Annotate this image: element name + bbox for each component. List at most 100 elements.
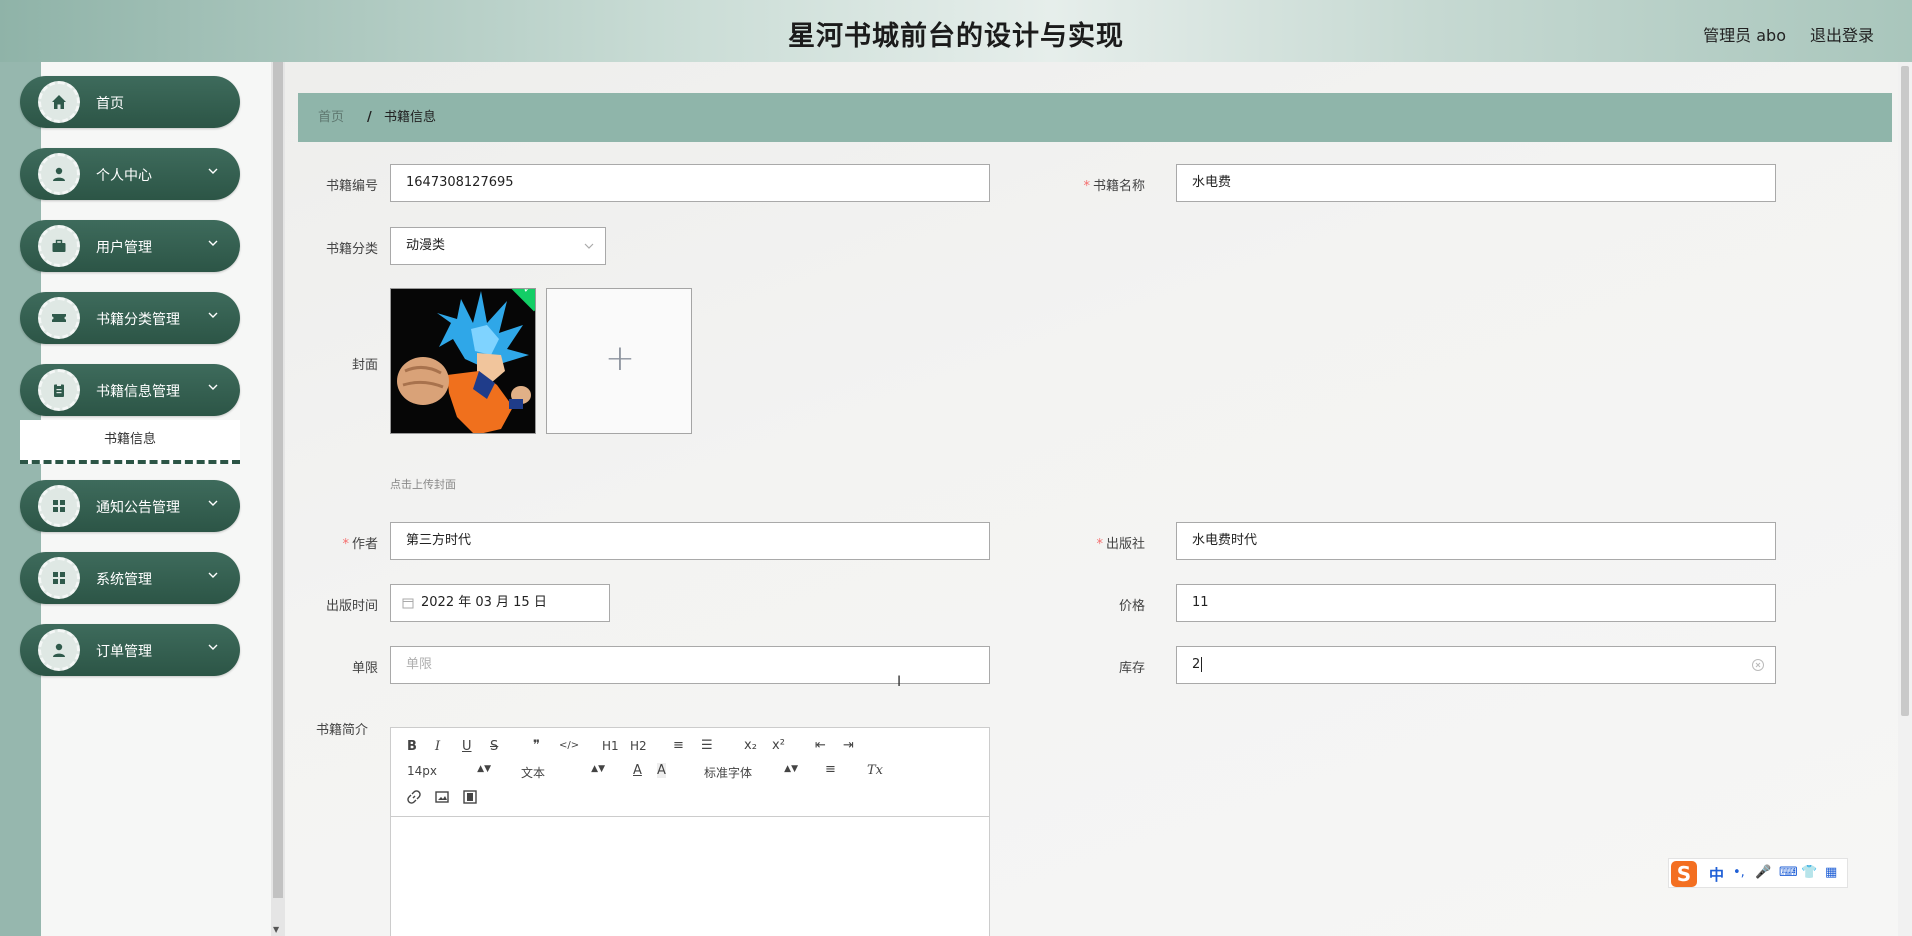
indent-button[interactable]: ⇥ bbox=[843, 738, 854, 753]
chevron-down-icon bbox=[208, 644, 218, 650]
sidebar-item-label: 书籍分类管理 bbox=[96, 312, 180, 328]
keyboard-icon[interactable]: ⌨ bbox=[1779, 865, 1798, 880]
top-header: 星河书城前台的设计与实现 管理员 abo 退出登录 bbox=[0, 0, 1912, 62]
ticket-icon bbox=[38, 297, 80, 339]
microphone-icon[interactable]: 🎤 bbox=[1755, 865, 1771, 880]
stock-input[interactable]: 2 bbox=[1176, 646, 1776, 684]
h2-button[interactable]: H2 bbox=[630, 739, 647, 753]
apps-icon[interactable]: ▦ bbox=[1825, 865, 1837, 880]
home-icon bbox=[38, 81, 80, 123]
briefcase-icon bbox=[38, 225, 80, 267]
h1-button[interactable]: H1 bbox=[602, 739, 619, 753]
check-icon: ✓ bbox=[523, 288, 533, 296]
outdent-button[interactable]: ⇤ bbox=[815, 738, 826, 753]
breadcrumb-home-link[interactable]: 首页 bbox=[318, 93, 344, 142]
ime-logo-icon: S bbox=[1671, 861, 1697, 887]
link-icon[interactable] bbox=[407, 790, 421, 804]
chevron-down-icon bbox=[208, 312, 218, 318]
sidebar-item-label: 用户管理 bbox=[96, 240, 152, 256]
font-family-picker[interactable]: 标准字体 ▲▼ bbox=[704, 764, 798, 781]
author-label: * 作者 bbox=[342, 537, 378, 552]
logout-button[interactable]: 退出登录 bbox=[1810, 22, 1874, 46]
sidebar-item-label: 书籍信息管理 bbox=[96, 384, 180, 400]
user-icon bbox=[38, 629, 80, 671]
chevron-down-icon bbox=[208, 500, 218, 506]
sidebar-scrollbar[interactable]: ▼ bbox=[271, 62, 285, 936]
breadcrumb-current: 书籍信息 bbox=[384, 110, 437, 125]
category-select[interactable]: 动漫类 bbox=[390, 227, 606, 265]
grid-icon bbox=[38, 557, 80, 599]
calendar-icon bbox=[402, 598, 414, 609]
background-color-button[interactable]: A bbox=[657, 763, 666, 778]
ime-punctuation-icon[interactable]: •, bbox=[1733, 865, 1745, 880]
bold-button[interactable]: B bbox=[407, 739, 417, 754]
publisher-input[interactable]: 水电费时代 bbox=[1176, 522, 1776, 560]
sidebar-item-label: 首页 bbox=[96, 96, 124, 112]
required-mark: * bbox=[342, 537, 349, 552]
category-label: 书籍分类 bbox=[325, 242, 378, 257]
superscript-button[interactable]: x² bbox=[772, 738, 785, 753]
video-icon[interactable] bbox=[463, 790, 477, 804]
chevron-down-icon bbox=[208, 168, 218, 174]
sidebar-item-personal-center[interactable]: 个人中心 bbox=[20, 148, 240, 200]
skin-icon[interactable]: 👕 bbox=[1801, 865, 1817, 880]
sidebar-subitem-book-info[interactable]: 书籍信息 bbox=[20, 420, 240, 464]
book-no-input[interactable]: 1647308127695 bbox=[390, 164, 990, 202]
heading-picker[interactable]: 文本 ▲▼ bbox=[521, 764, 605, 781]
sidebar-item-order-management[interactable]: 订单管理 bbox=[20, 624, 240, 676]
author-input[interactable]: 第三方时代 bbox=[390, 522, 990, 560]
sidebar-item-label: 个人中心 bbox=[96, 168, 152, 184]
publish-date-picker[interactable]: 2022 年 03 月 15 日 bbox=[390, 584, 610, 622]
publish-date-label: 出版时间 bbox=[325, 599, 378, 614]
sidebar-item-system-management[interactable]: 系统管理 bbox=[20, 552, 240, 604]
sidebar-item-notice-management[interactable]: 通知公告管理 bbox=[20, 480, 240, 532]
book-no-label: 书籍编号 bbox=[325, 179, 378, 194]
underline-button[interactable]: U bbox=[462, 739, 472, 754]
sidebar-item-category-management[interactable]: 书籍分类管理 bbox=[20, 292, 240, 344]
font-size-picker[interactable]: 14px ▲▼ bbox=[407, 764, 491, 778]
sidebar-item-home[interactable]: 首页 bbox=[20, 76, 240, 128]
code-button[interactable]: </> bbox=[559, 740, 579, 751]
limit-label: 单限 bbox=[351, 661, 378, 676]
sidebar-item-label: 系统管理 bbox=[96, 572, 152, 588]
subscript-button[interactable]: x₂ bbox=[744, 738, 757, 753]
updown-arrow-icon: ▲▼ bbox=[477, 764, 491, 774]
sidebar-item-label: 通知公告管理 bbox=[96, 500, 180, 516]
chevron-down-icon bbox=[208, 240, 218, 246]
clear-format-button[interactable]: Tx bbox=[867, 763, 883, 778]
stock-value: 2 bbox=[1192, 657, 1201, 672]
intro-label: 书籍简介 bbox=[315, 723, 368, 738]
blockquote-button[interactable]: ❞ bbox=[533, 738, 540, 753]
italic-button[interactable]: I bbox=[435, 739, 440, 754]
align-button[interactable]: ≡ bbox=[825, 762, 836, 777]
text-color-button[interactable]: A bbox=[633, 763, 642, 778]
main-scrollbar[interactable] bbox=[1898, 62, 1912, 936]
sidebar-item-book-info-management[interactable]: 书籍信息管理 bbox=[20, 364, 240, 416]
cover-character-image bbox=[391, 289, 535, 433]
breadcrumb: 首页 / 书籍信息 bbox=[298, 93, 1892, 142]
bullet-list-button[interactable]: ☰ bbox=[701, 738, 713, 753]
sidebar-item-user-management[interactable]: 用户管理 bbox=[20, 220, 240, 272]
price-input[interactable]: 11 bbox=[1176, 584, 1776, 622]
updown-arrow-icon: ▲▼ bbox=[784, 764, 798, 774]
ime-mode-toggle[interactable]: 中 bbox=[1709, 864, 1724, 885]
required-mark: * bbox=[1083, 179, 1090, 194]
sidebar-scrollbar-thumb[interactable] bbox=[273, 62, 283, 898]
image-icon[interactable] bbox=[435, 790, 449, 804]
publish-date-value: 2022 年 03 月 15 日 bbox=[421, 595, 547, 610]
cover-image-thumbnail[interactable]: ✓ bbox=[390, 288, 536, 434]
book-name-input[interactable]: 水电费 bbox=[1176, 164, 1776, 202]
editor-toolbar: B I U S ❞ </> H1 H2 ≡ ☰ x₂ x² ⇤ ⇥ 14px ▲▼… bbox=[391, 728, 989, 817]
scroll-down-arrow-icon[interactable]: ▼ bbox=[273, 925, 279, 934]
chevron-down-icon bbox=[584, 243, 594, 249]
chevron-down-icon bbox=[208, 572, 218, 578]
ordered-list-button[interactable]: ≡ bbox=[673, 738, 684, 753]
category-selected-value: 动漫类 bbox=[406, 238, 446, 253]
app-title: 星河书城前台的设计与实现 bbox=[788, 21, 1124, 52]
cover-upload-button[interactable]: + bbox=[546, 288, 692, 434]
main-scrollbar-thumb[interactable] bbox=[1901, 66, 1909, 716]
strike-button[interactable]: S bbox=[490, 739, 498, 754]
clear-icon[interactable] bbox=[1751, 658, 1765, 672]
ime-toolbar[interactable]: S 中 •, 🎤 ⌨ 👕 ▦ bbox=[1668, 858, 1848, 888]
current-user: 管理员 abo bbox=[1703, 26, 1786, 45]
